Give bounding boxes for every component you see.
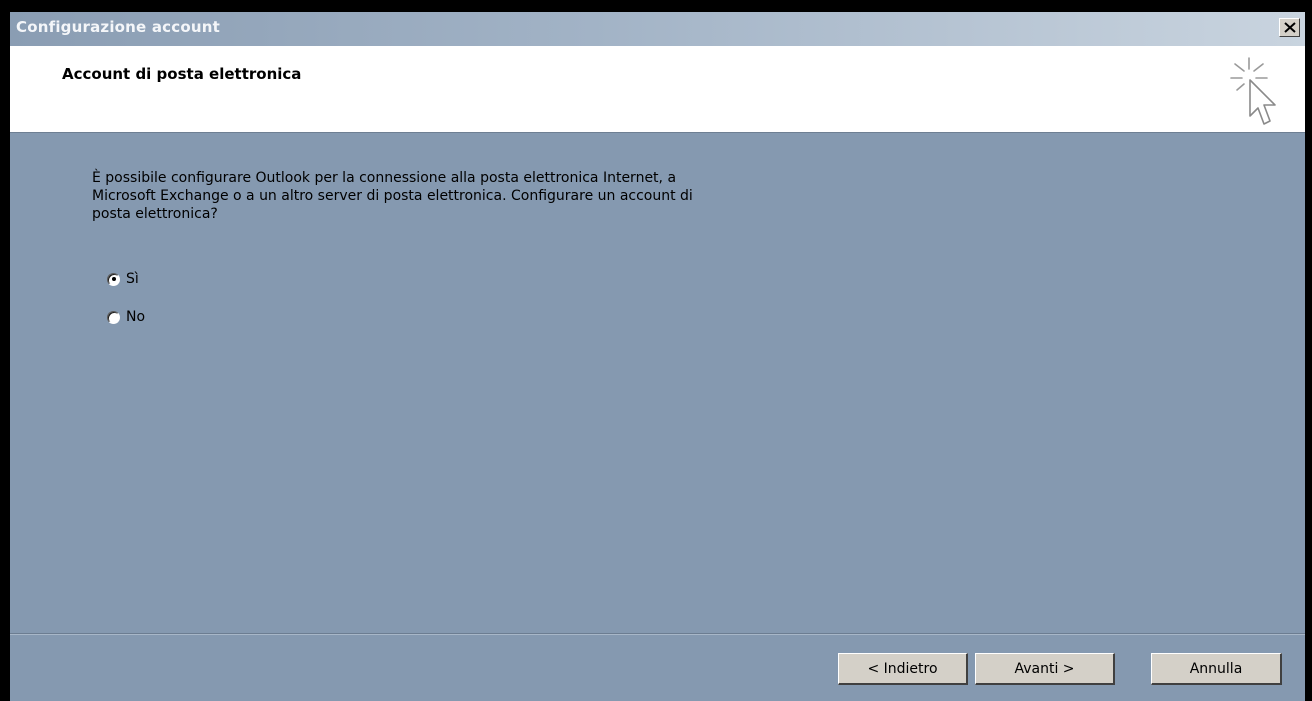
radio-button-yes[interactable]	[107, 272, 120, 286]
radio-label-no: No	[126, 309, 146, 325]
close-icon	[1284, 22, 1296, 33]
back-button[interactable]: < Indietro	[838, 653, 968, 685]
window-title: Configurazione account	[16, 18, 220, 36]
page-title: Account di posta elettronica	[62, 65, 302, 83]
radio-option-yes[interactable]: Sì	[107, 271, 139, 287]
footer-divider	[10, 633, 1305, 635]
next-button[interactable]: Avanti >	[975, 653, 1115, 685]
radio-selected-dot	[111, 277, 116, 281]
radio-option-no[interactable]: No	[107, 309, 145, 325]
cancel-button[interactable]: Annulla	[1151, 653, 1282, 685]
setup-question: È possibile configurare Outlook per la c…	[92, 170, 693, 222]
account-setup-dialog: Configurazione account Account di posta …	[10, 12, 1305, 701]
close-button[interactable]	[1279, 18, 1300, 37]
radio-label-yes: Sì	[126, 271, 139, 287]
wizard-cursor-icon	[1230, 57, 1276, 125]
wizard-header: Account di posta elettronica	[10, 46, 1305, 133]
wizard-content: È possibile configurare Outlook per la c…	[10, 133, 1305, 633]
radio-button-no[interactable]	[107, 310, 120, 324]
title-bar[interactable]: Configurazione account	[10, 12, 1305, 46]
